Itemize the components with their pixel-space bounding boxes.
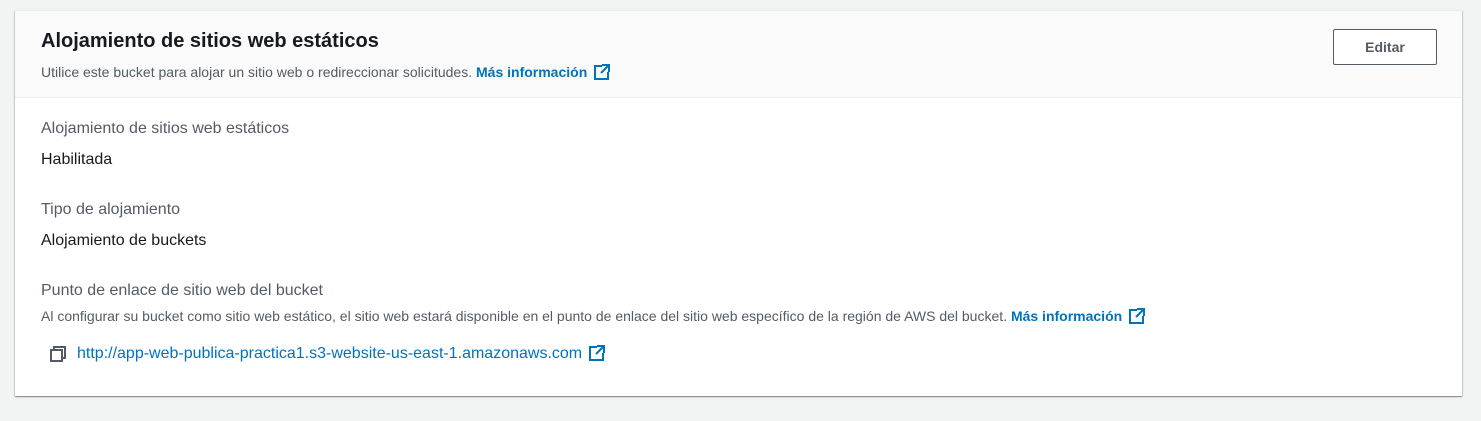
static-website-hosting-panel: Alojamiento de sitios web estáticos Util…	[15, 10, 1462, 396]
edit-button[interactable]: Editar	[1333, 29, 1437, 65]
learn-more-link[interactable]: Más información	[476, 64, 611, 80]
endpoint-learn-more-link[interactable]: Más información	[1011, 308, 1146, 324]
copy-icon[interactable]	[49, 345, 67, 363]
endpoint-url-text: http://app-web-publica-practica1.s3-webs…	[77, 345, 583, 362]
endpoint-description-text: Al configurar su bucket como sitio web e…	[41, 308, 1008, 324]
endpoint-url-link[interactable]: http://app-web-publica-practica1.s3-webs…	[77, 344, 606, 364]
panel-description: Utilice este bucket para alojar un sitio…	[41, 63, 611, 81]
hosting-value: Habilitada	[41, 151, 113, 168]
external-link-icon	[594, 64, 611, 80]
external-link-icon	[1129, 308, 1146, 324]
endpoint-learn-more-label: Más información	[1010, 308, 1123, 324]
panel-description-text: Utilice este bucket para alojar un sitio…	[41, 64, 473, 80]
hosting-type-label: Tipo de alojamiento	[41, 201, 181, 218]
endpoint-url-row: http://app-web-publica-practica1.s3-webs…	[49, 343, 606, 365]
panel-title: Alojamiento de sitios web estáticos	[41, 30, 379, 52]
external-link-icon	[589, 345, 606, 361]
hosting-label: Alojamiento de sitios web estáticos	[41, 120, 290, 137]
panel-header: Alojamiento de sitios web estáticos Util…	[15, 11, 1462, 98]
endpoint-label: Punto de enlace de sitio web del bucket	[41, 282, 323, 299]
learn-more-label: Más información	[476, 64, 588, 80]
hosting-type-value: Alojamiento de buckets	[41, 232, 207, 249]
endpoint-description: Al configurar su bucket como sitio web e…	[41, 307, 1146, 325]
